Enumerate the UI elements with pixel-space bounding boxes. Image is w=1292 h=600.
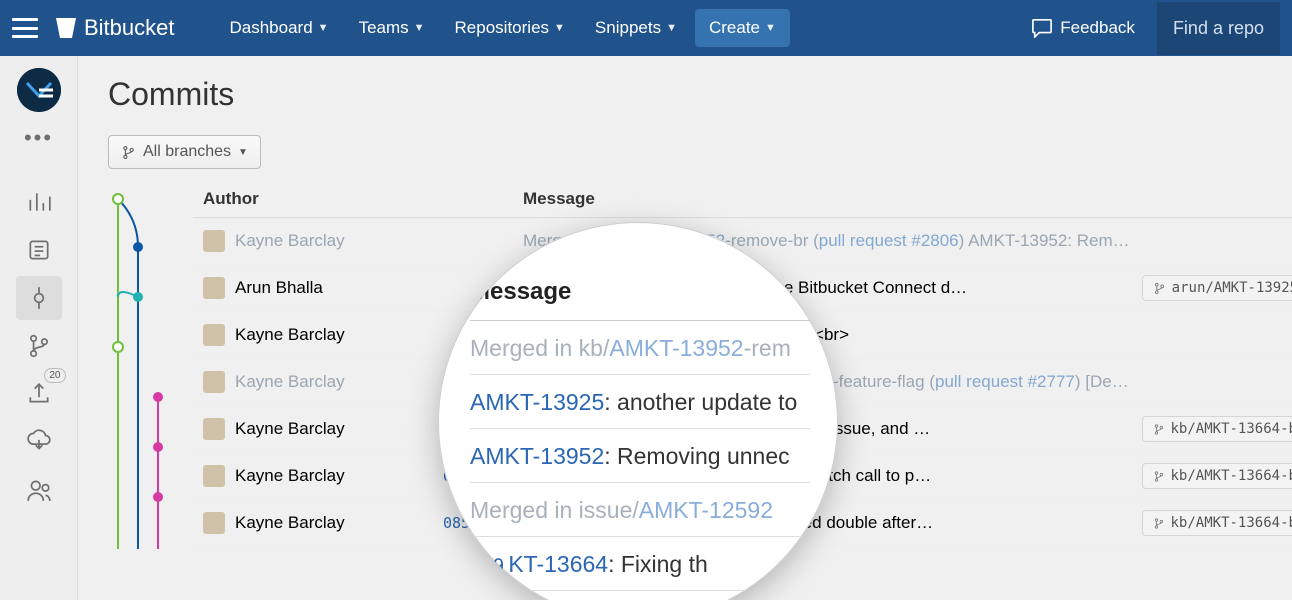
page-title: Commits <box>108 76 1292 113</box>
branch-tag[interactable]: kb/AMKT-13664-back… <box>1142 510 1292 536</box>
chevron-down-icon: ▼ <box>414 22 425 34</box>
commit-row[interactable]: Kayne Barclay AMKT-13952: Removing unnece… <box>193 312 1292 359</box>
chevron-down-icon: ▼ <box>238 147 248 158</box>
branch-selector-label: All branches <box>143 143 231 161</box>
branch-cell: kb/AMKT-13664-back… <box>1142 463 1292 489</box>
nav-snippets[interactable]: Snippets▼ <box>583 10 689 46</box>
branch-selector[interactable]: All branches ▼ <box>108 135 261 169</box>
author-name: Kayne Barclay <box>235 513 345 533</box>
branch-cell: kb/AMKT-13664-back… <box>1142 416 1292 442</box>
commit-message[interactable]: AMKT-13664: Fixing tests and removed dou… <box>523 513 1142 533</box>
branches-icon[interactable] <box>16 324 62 368</box>
brand-label: Bitbucket <box>84 15 175 41</box>
branch-cell: arun/AMKT-13925 <box>1142 275 1292 301</box>
commit-hash[interactable]: 619 <box>443 467 523 485</box>
chevron-down-icon: ▼ <box>318 22 329 34</box>
author-cell: Kayne Barclay <box>193 324 443 346</box>
col-author-header: Author <box>193 189 443 209</box>
commit-row[interactable]: Kayne Barclay 619AMKT-13664: Fixing Sales… <box>193 453 1292 500</box>
feedback-label: Feedback <box>1060 18 1135 38</box>
avatar <box>203 230 225 252</box>
author-cell: Kayne Barclay <box>193 465 443 487</box>
avatar <box>203 512 225 534</box>
source-icon[interactable] <box>16 228 62 272</box>
chevron-down-icon: ▼ <box>765 22 776 34</box>
upload-badge: 20 <box>44 368 65 383</box>
commit-row[interactable]: Kayne Barclay Merged in issue/AMKT-12592-… <box>193 359 1292 406</box>
commit-message[interactable]: AMKT-13925: another update to the Bitbuc… <box>523 278 1142 298</box>
content: Commits All branches ▼ <box>78 56 1292 600</box>
commit-message[interactable]: AMKT-13664: Fixing Sales dashboard fetch… <box>523 466 1142 486</box>
avatar <box>203 371 225 393</box>
branch-tag[interactable]: kb/AMKT-13664-back… <box>1142 416 1292 442</box>
author-name: Kayne Barclay <box>235 325 345 345</box>
commit-row[interactable]: Kayne Barclay AMKT-13664: Fixing the rema… <box>193 406 1292 453</box>
author-cell: Arun Bhalla <box>193 277 443 299</box>
commit-message[interactable]: Merged in issue/AMKT-12592-remove-v3-fea… <box>523 372 1142 392</box>
commit-graph <box>108 189 193 554</box>
activity-icon[interactable] <box>16 180 62 224</box>
nav-repositories[interactable]: Repositories▼ <box>443 10 577 46</box>
nav-dashboard[interactable]: Dashboard▼ <box>218 10 341 46</box>
feedback-icon <box>1031 18 1053 38</box>
avatar <box>203 277 225 299</box>
author-cell: Kayne Barclay <box>193 418 443 440</box>
commit-message[interactable]: AMKT-13952: Removing unnecessary <br> <box>523 325 1142 345</box>
commit-row[interactable]: Arun Bhalla AMKT-13925: another update to… <box>193 265 1292 312</box>
author-name: Arun Bhalla <box>235 278 323 298</box>
author-name: Kayne Barclay <box>235 372 345 392</box>
commit-row[interactable]: Kayne Barclay Merged in kb/AMKT-13952-rem… <box>193 218 1292 265</box>
avatar <box>203 418 225 440</box>
upload-icon[interactable]: 20 <box>16 372 62 416</box>
bitbucket-logo-icon <box>56 18 76 38</box>
top-navbar: Bitbucket Dashboard▼ Teams▼ Repositories… <box>0 0 1292 56</box>
branch-tag[interactable]: arun/AMKT-13925 <box>1142 275 1292 301</box>
col-message-header: Message <box>523 189 1142 209</box>
more-icon[interactable]: ••• <box>16 116 62 160</box>
brand[interactable]: Bitbucket <box>56 15 175 41</box>
download-icon[interactable] <box>16 420 62 464</box>
repo-avatar-icon[interactable] <box>17 68 61 112</box>
author-name: Kayne Barclay <box>235 466 345 486</box>
nav-teams[interactable]: Teams▼ <box>347 10 437 46</box>
users-icon[interactable] <box>16 468 62 512</box>
commit-hash[interactable]: 0856f15 <box>443 514 523 532</box>
branch-icon <box>121 145 136 160</box>
author-name: Kayne Barclay <box>235 231 345 251</box>
search-input[interactable]: Find a repo <box>1157 2 1280 55</box>
branch-cell: kb/AMKT-13664-back… <box>1142 510 1292 536</box>
author-cell: Kayne Barclay <box>193 512 443 534</box>
table-header: Author Message <box>193 189 1292 218</box>
commits-table: Author Message Kayne Barclay Merged in kb… <box>193 189 1292 554</box>
commits-icon[interactable] <box>16 276 62 320</box>
author-cell: Kayne Barclay <box>193 230 443 252</box>
commit-message[interactable]: AMKT-13664: Fixing the remaining fetch i… <box>523 419 1142 439</box>
commit-row[interactable]: Kayne Barclay 0856f15AMKT-13664: Fixing t… <box>193 500 1292 547</box>
avatar <box>203 324 225 346</box>
chevron-down-icon: ▼ <box>666 22 677 34</box>
chevron-down-icon: ▼ <box>554 22 565 34</box>
avatar <box>203 465 225 487</box>
sidebar: ••• 20 <box>0 56 78 600</box>
author-name: Kayne Barclay <box>235 419 345 439</box>
menu-icon[interactable] <box>12 18 38 38</box>
branch-tag[interactable]: kb/AMKT-13664-back… <box>1142 463 1292 489</box>
create-button[interactable]: Create▼ <box>695 9 790 47</box>
feedback-link[interactable]: Feedback <box>1031 18 1135 38</box>
commit-message[interactable]: Merged in kb/AMKT-13952-remove-br (pull … <box>523 231 1142 251</box>
author-cell: Kayne Barclay <box>193 371 443 393</box>
